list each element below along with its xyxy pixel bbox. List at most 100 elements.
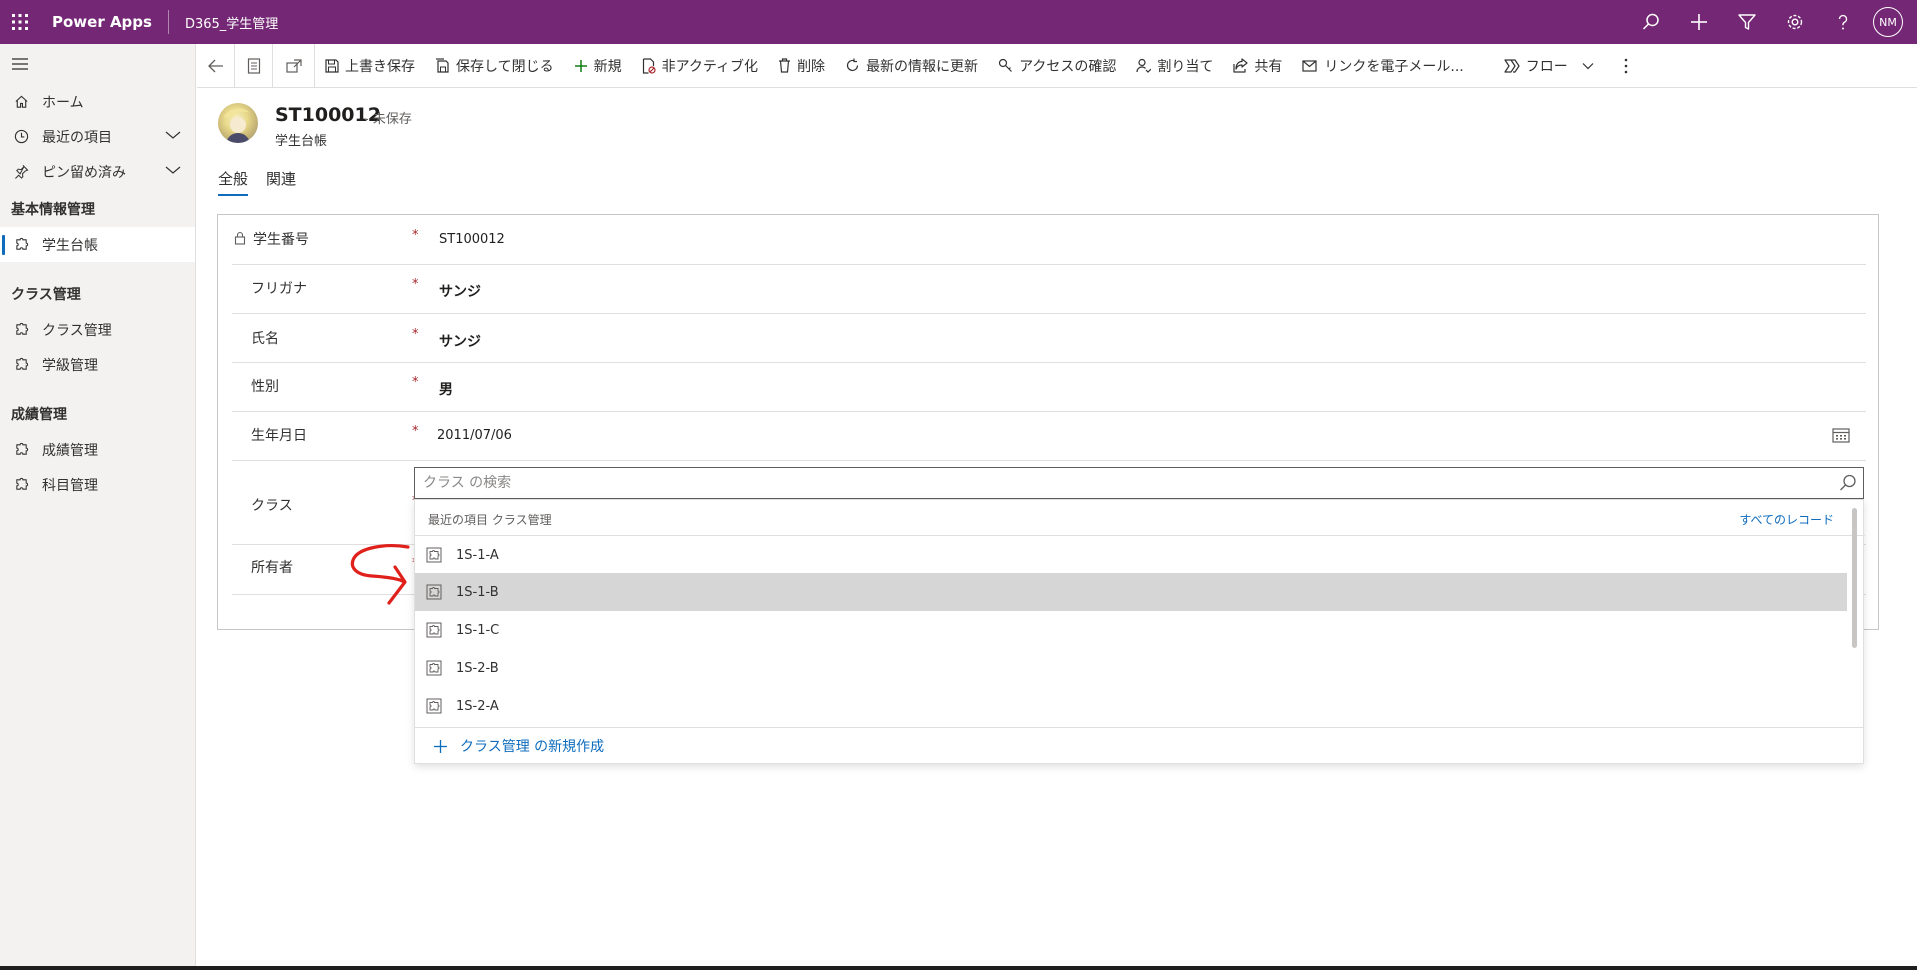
lookup-option-label: 1S-1-C xyxy=(456,622,500,638)
lock-icon xyxy=(234,230,246,249)
recent-items-label: 最近の項目 クラス管理 xyxy=(428,513,552,527)
puzzle-icon xyxy=(12,236,30,254)
required-indicator: * xyxy=(412,375,419,390)
chevron-down-icon[interactable] xyxy=(165,128,181,144)
sidebar-item-home[interactable]: ホーム xyxy=(0,84,195,119)
check-access-button[interactable]: アクセスの確認 xyxy=(988,44,1126,88)
field-value[interactable]: 男 xyxy=(439,379,453,399)
lookup-option[interactable]: 1S-1-A xyxy=(415,536,1847,574)
user-avatar[interactable]: NM xyxy=(1873,7,1903,37)
delete-button[interactable]: 削除 xyxy=(768,44,835,88)
sidebar-item-recent[interactable]: 最近の項目 xyxy=(0,119,195,154)
save-and-close-button[interactable]: 保存して閉じる xyxy=(425,44,564,88)
hamburger-menu-icon[interactable] xyxy=(0,44,195,84)
lookup-option-label: 1S-1-B xyxy=(456,584,499,600)
chevron-down-icon[interactable] xyxy=(165,163,181,179)
class-lookup-search[interactable] xyxy=(414,467,1864,499)
share-button[interactable]: 共有 xyxy=(1223,44,1292,88)
lookup-option[interactable]: 1S-2-B xyxy=(415,649,1847,687)
new-button[interactable]: 新規 xyxy=(564,44,632,88)
puzzle-icon xyxy=(12,476,30,494)
email-link-button[interactable]: リンクを電子メール... xyxy=(1292,44,1473,88)
top-bar-actions: NM xyxy=(1627,0,1903,44)
lookup-option[interactable]: 1S-2-A xyxy=(415,687,1847,725)
field-value[interactable]: サンジ xyxy=(439,331,481,351)
app-launcher-icon[interactable] xyxy=(0,0,40,44)
refresh-icon xyxy=(845,58,860,73)
dropdown-scrollbar[interactable] xyxy=(1852,508,1857,648)
plus-icon xyxy=(433,739,448,754)
sidebar-item-class-management[interactable]: クラス管理 xyxy=(0,312,195,347)
deactivate-button[interactable]: 非アクティブ化 xyxy=(632,44,768,88)
help-icon[interactable] xyxy=(1819,0,1867,44)
settings-icon[interactable] xyxy=(1771,0,1819,44)
field-full-name: 氏名 * サンジ xyxy=(232,314,1866,363)
field-label: フリガナ xyxy=(251,281,307,297)
class-lookup-dropdown: 最近の項目 クラス管理 すべてのレコード 1S-1-A 1S-1-B 1S-1-… xyxy=(414,499,1865,764)
environment-name[interactable]: D365_学生管理 xyxy=(185,13,278,32)
app-name[interactable]: Power Apps xyxy=(52,10,169,34)
required-indicator: * xyxy=(412,277,419,292)
home-icon xyxy=(12,93,30,111)
assign-button[interactable]: 割り当て xyxy=(1126,44,1223,88)
save-button[interactable]: 上書き保存 xyxy=(315,44,425,88)
entity-icon xyxy=(426,584,442,600)
save-label: 上書き保存 xyxy=(345,58,415,75)
form-view-icon[interactable] xyxy=(235,43,273,88)
new-label: 新規 xyxy=(593,58,622,75)
sidebar-group-title: クラス管理 xyxy=(11,287,81,303)
sidebar-item-label: クラス管理 xyxy=(42,322,112,339)
puzzle-icon xyxy=(12,356,30,374)
sidebar-item-label: 学級管理 xyxy=(42,357,98,374)
calendar-icon[interactable] xyxy=(1832,427,1850,447)
field-birthdate: 生年月日 * 2011/07/06 xyxy=(232,412,1866,461)
sidebar-item-grade-management[interactable]: 成績管理 xyxy=(0,432,195,467)
sidebar-group-title: 成績管理 xyxy=(11,407,67,423)
sidebar-item-label: ホーム xyxy=(42,94,84,111)
lookup-option[interactable]: 1S-1-C xyxy=(415,611,1847,649)
search-icon[interactable] xyxy=(1839,474,1857,496)
form-tabs: 全般 関連 xyxy=(218,168,296,196)
mail-link-icon xyxy=(1302,59,1318,73)
entity-icon xyxy=(426,660,442,676)
share-icon xyxy=(1233,58,1248,73)
field-value[interactable]: サンジ xyxy=(439,281,481,301)
record-save-status: - 未保存 xyxy=(364,112,412,127)
sidebar-item-homeroom-management[interactable]: 学級管理 xyxy=(0,347,195,382)
puzzle-icon xyxy=(12,441,30,459)
pin-icon xyxy=(12,163,30,181)
field-label: 学生番号 xyxy=(253,232,309,248)
sidebar-item-student-register[interactable]: 学生台帳 xyxy=(0,227,195,262)
chevron-down-icon xyxy=(1582,62,1594,70)
field-label: 所有者 xyxy=(251,560,293,576)
window-bottom-edge xyxy=(0,966,1917,970)
sidebar-item-pinned[interactable]: ピン留め済み xyxy=(0,154,195,189)
save-close-icon xyxy=(435,58,450,73)
refresh-button[interactable]: 最新の情報に更新 xyxy=(835,44,988,88)
sidebar-item-subject-management[interactable]: 科目管理 xyxy=(0,467,195,502)
assign-person-icon xyxy=(1136,58,1152,73)
filter-icon[interactable] xyxy=(1723,0,1771,44)
app-root: Power Apps D365_学生管理 NM ホーム 最近の項目 ピン留め済み… xyxy=(0,0,1917,970)
tab-related[interactable]: 関連 xyxy=(266,168,296,196)
sidebar-item-label: 科目管理 xyxy=(42,477,98,494)
field-value[interactable]: 2011/07/06 xyxy=(437,428,512,443)
refresh-label: 最新の情報に更新 xyxy=(866,58,979,75)
lookup-option-label: 1S-2-B xyxy=(456,660,499,676)
lookup-option-highlighted[interactable]: 1S-1-B xyxy=(415,573,1847,611)
key-icon xyxy=(998,58,1013,73)
back-arrow-icon[interactable] xyxy=(197,43,235,88)
flow-button[interactable]: フロー xyxy=(1494,44,1604,88)
search-icon[interactable] xyxy=(1627,0,1675,44)
tab-general[interactable]: 全般 xyxy=(218,168,249,196)
puzzle-icon xyxy=(12,321,30,339)
open-new-window-icon[interactable] xyxy=(273,43,315,88)
required-indicator: * xyxy=(412,424,419,439)
sidebar-item-label: ピン留め済み xyxy=(42,164,126,181)
all-records-link[interactable]: すべてのレコード xyxy=(1739,511,1834,528)
field-label: 生年月日 xyxy=(251,428,307,444)
new-class-button[interactable]: クラス管理 の新規作成 xyxy=(415,727,1863,764)
class-search-input[interactable] xyxy=(415,469,1815,497)
more-commands-icon[interactable] xyxy=(1614,44,1638,88)
plus-icon[interactable] xyxy=(1675,0,1723,44)
